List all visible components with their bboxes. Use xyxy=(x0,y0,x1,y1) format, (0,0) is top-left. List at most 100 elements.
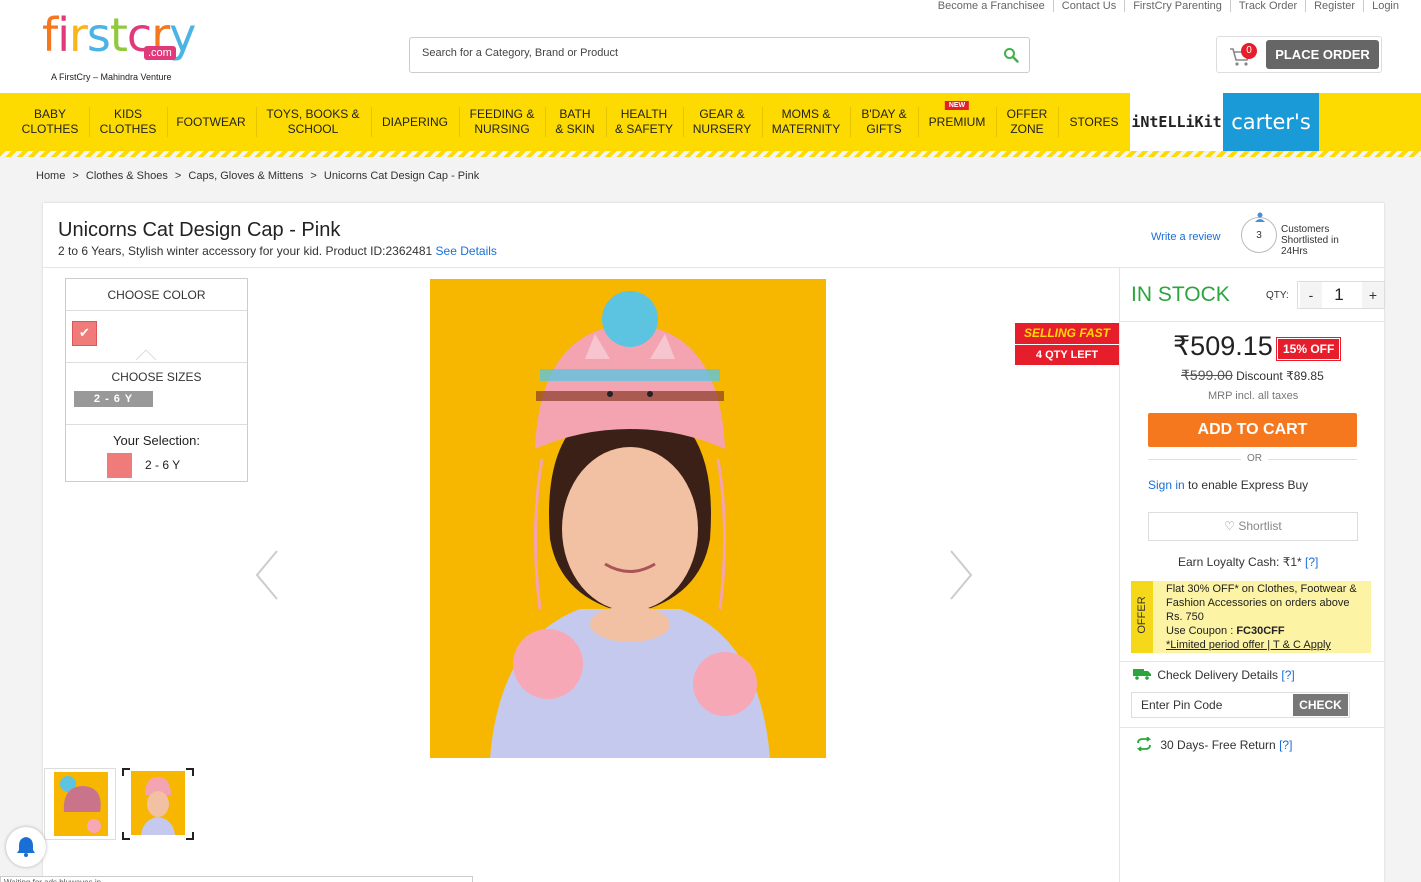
shortlist-label: Shortlist xyxy=(1238,519,1282,533)
or-separator: OR xyxy=(1241,453,1268,464)
intellikit-logo[interactable]: iNtELLiKit xyxy=(1130,93,1223,151)
nav-stores[interactable]: STORES xyxy=(1061,93,1127,151)
search-icon[interactable] xyxy=(1003,47,1019,63)
check-pincode-button[interactable]: CHECK xyxy=(1293,694,1348,716)
nav-bath-skin[interactable]: BATH & SKIN xyxy=(548,93,602,151)
nav-label-line2: NURSERY xyxy=(692,122,752,136)
offer-coupon: Use Coupon : FC30CFF xyxy=(1166,624,1366,638)
notification-bell-button[interactable] xyxy=(6,827,46,867)
write-review-link[interactable]: Write a review xyxy=(1151,231,1220,243)
qty-increase-button[interactable]: + xyxy=(1362,282,1384,308)
nav-gear-nursery[interactable]: GEAR & NURSERY xyxy=(686,93,758,151)
nav-baby-clothes[interactable]: BABY CLOTHES xyxy=(14,93,86,151)
nav-label-line2: & SAFETY xyxy=(614,122,673,136)
sign-in-link[interactable]: Sign in xyxy=(1148,478,1185,492)
loyalty-text: Earn Loyalty Cash: ₹1* xyxy=(1178,555,1302,569)
selected-color-swatch xyxy=(107,453,132,478)
nav-label-line2: SCHOOL xyxy=(287,122,339,136)
shortlisted-count-value: 3 xyxy=(1256,230,1262,241)
offer-details: Flat 30% OFF* on Clothes, Footwear & Fas… xyxy=(1166,582,1366,652)
shortlist-button[interactable]: ♡ Shortlist xyxy=(1148,512,1358,541)
selected-size: 2 - 6 Y xyxy=(145,458,181,472)
link-contact[interactable]: Contact Us xyxy=(1052,0,1124,12)
divider xyxy=(66,362,247,363)
nav-label-line1: OFFER xyxy=(1006,107,1048,121)
thumbnail-1[interactable] xyxy=(44,768,116,840)
nav-label-line1: BATH xyxy=(559,107,591,121)
nav-diapering[interactable]: DIAPERING xyxy=(374,93,456,151)
choose-color-heading: CHOOSE COLOR xyxy=(66,279,247,311)
returns-label: 30 Days- Free Return xyxy=(1160,738,1276,752)
prev-image-arrow[interactable] xyxy=(253,549,283,601)
cart-area: 0 PLACE ORDER xyxy=(1216,36,1382,73)
nav-label-line1: KIDS xyxy=(113,107,142,121)
delivery-label: Check Delivery Details xyxy=(1157,668,1279,682)
product-card: Unicorns Cat Design Cap - Pink 2 to 6 Ye… xyxy=(6,203,1385,882)
nav-label-line1: GEAR & xyxy=(699,107,745,121)
offer-banner: OFFER Flat 30% OFF* on Clothes, Footwear… xyxy=(1131,581,1371,653)
product-subtitle: 2 to 6 Years, Stylish winter accessory f… xyxy=(58,244,497,258)
nav-bday-gifts[interactable]: B'DAY & GIFTS xyxy=(853,93,915,151)
site-header: firstcry .com A FirstCry – Mahindra Vent… xyxy=(0,0,1421,93)
delivery-help-link[interactable]: [?] xyxy=(1281,668,1294,682)
nav-label-line1: DIAPERING xyxy=(381,114,448,129)
nav-label-line1: FEEDING & xyxy=(469,107,535,121)
link-track-order[interactable]: Track Order xyxy=(1229,0,1305,12)
thumbnail-2-selected[interactable] xyxy=(122,768,194,840)
loyalty-help-link[interactable]: [?] xyxy=(1305,555,1318,569)
link-register[interactable]: Register xyxy=(1305,0,1363,12)
product-photo xyxy=(430,279,826,758)
nav-moms-maternity[interactable]: MOMS & MATERNITY xyxy=(765,93,847,151)
search-bar xyxy=(409,37,1030,73)
divider xyxy=(1120,661,1384,662)
nav-label-line2: GIFTS xyxy=(866,122,902,136)
truck-icon xyxy=(1133,669,1151,680)
product-description: 2 to 6 Years, Stylish winter accessory f… xyxy=(58,244,433,258)
next-image-arrow[interactable] xyxy=(945,549,975,601)
product-price: ₹509.15 xyxy=(1173,331,1273,361)
pincode-input[interactable] xyxy=(1141,698,1291,712)
breadcrumb: Home > Clothes & Shoes > Caps, Gloves & … xyxy=(36,170,483,182)
nav-kids-clothes[interactable]: KIDS CLOTHES xyxy=(92,93,164,151)
express-buy-text: to enable Express Buy xyxy=(1188,478,1309,492)
see-details-link[interactable]: See Details xyxy=(436,244,497,258)
qty-decrease-button[interactable]: - xyxy=(1300,282,1322,308)
crumb-home[interactable]: Home xyxy=(36,170,65,182)
nav-footwear[interactable]: FOOTWEAR xyxy=(170,93,252,151)
nav-feeding-nursing[interactable]: FEEDING & NURSING xyxy=(462,93,542,151)
nav-label-line2: ZONE xyxy=(1010,122,1044,136)
nav-offer-zone[interactable]: OFFER ZONE xyxy=(999,93,1055,151)
place-order-button[interactable]: PLACE ORDER xyxy=(1266,40,1379,69)
crumb-current: Unicorns Cat Design Cap - Pink xyxy=(323,170,480,182)
offer-tab: OFFER xyxy=(1131,581,1153,653)
nav-health-safety[interactable]: HEALTH & SAFETY xyxy=(609,93,679,151)
add-to-cart-button[interactable]: ADD TO CART xyxy=(1148,413,1357,447)
link-parenting[interactable]: FirstCry Parenting xyxy=(1124,0,1230,12)
returns-help-link[interactable]: [?] xyxy=(1279,738,1292,752)
nav-premium[interactable]: NEW PREMIUM xyxy=(921,93,993,151)
divider xyxy=(1119,267,1120,882)
discount-percent-badge: 15% OFF xyxy=(1275,337,1342,361)
color-swatch-pink[interactable]: ✔ xyxy=(72,321,97,346)
product-main-image[interactable] xyxy=(430,279,826,758)
nav-label-line1: TOYS, BOOKS & xyxy=(266,107,360,121)
nav-toys-books[interactable]: TOYS, BOOKS & SCHOOL xyxy=(259,93,367,151)
offer-tab-label: OFFER xyxy=(1136,596,1148,634)
nav-label-line1: BABY xyxy=(33,107,66,121)
crumb-caps[interactable]: Caps, Gloves & Mittens xyxy=(188,170,303,182)
size-option[interactable]: 2 - 6 Y xyxy=(74,391,153,407)
link-franchisee[interactable]: Become a Franchisee xyxy=(930,0,1053,12)
link-login[interactable]: Login xyxy=(1363,0,1407,12)
firstcry-logo[interactable]: firstcry .com A FirstCry – Mahindra Vent… xyxy=(40,6,210,86)
logo-tagline: A FirstCry – Mahindra Venture xyxy=(51,72,172,82)
loyalty-cash: Earn Loyalty Cash: ₹1* [?] xyxy=(1178,555,1318,569)
crumb-sep: > xyxy=(72,170,79,182)
qty-value[interactable]: 1 xyxy=(1328,282,1350,308)
offer-terms-link[interactable]: *Limited period offer | T & C Apply xyxy=(1166,638,1366,652)
crumb-clothes-shoes[interactable]: Clothes & Shoes xyxy=(86,170,168,182)
shortlisted-count: 3 xyxy=(1241,212,1277,253)
carters-logo[interactable]: carter's xyxy=(1223,93,1319,151)
nav-label-line2: MATERNITY xyxy=(771,122,841,136)
pincode-field: CHECK xyxy=(1131,692,1350,718)
search-input[interactable] xyxy=(422,47,982,59)
